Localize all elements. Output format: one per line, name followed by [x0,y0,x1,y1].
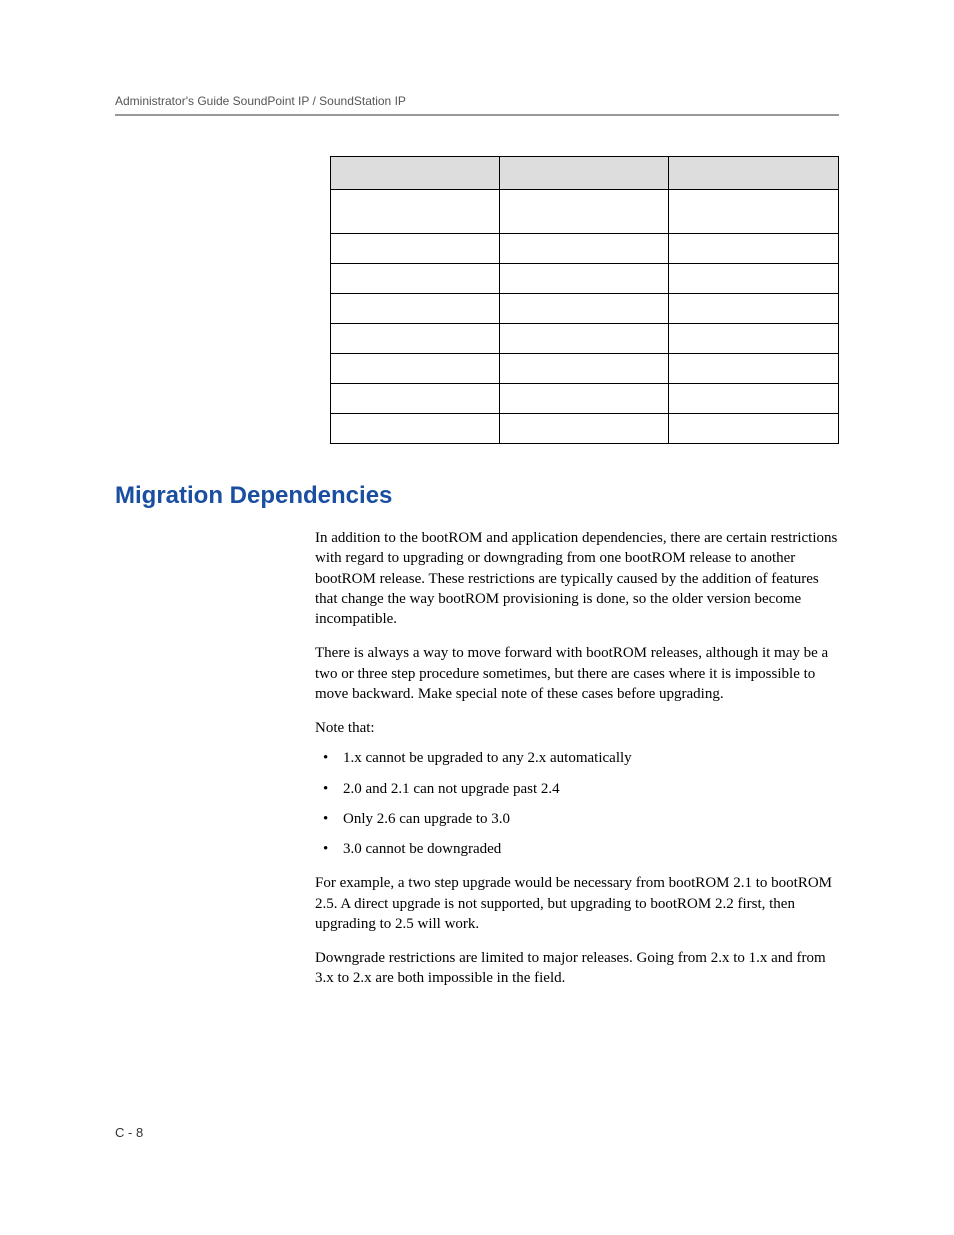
table-cell [331,190,500,234]
table-cell [331,414,500,444]
table-cell [669,264,839,294]
table-cell [500,324,669,354]
body-content: In addition to the bootROM and applicati… [315,528,839,989]
list-item: 2.0 and 2.1 can not upgrade past 2.4 [315,779,839,799]
table-cell [669,294,839,324]
table-row [331,294,839,324]
table-cell [331,294,500,324]
table-row [331,190,839,234]
list-item: 1.x cannot be upgraded to any 2.x automa… [315,748,839,768]
list-item: 3.0 cannot be downgraded [315,839,839,859]
table-cell [500,294,669,324]
paragraph: For example, a two step upgrade would be… [315,873,839,934]
table-row [331,384,839,414]
table-cell [500,354,669,384]
table-cell [500,234,669,264]
table-header-cell [669,157,839,190]
table-cell [669,414,839,444]
note-that-label: Note that: [315,718,839,738]
section-heading-migration-dependencies: Migration Dependencies [115,482,839,510]
bullet-list: 1.x cannot be upgraded to any 2.x automa… [315,748,839,859]
table-row [331,324,839,354]
table-cell [500,414,669,444]
paragraph: There is always a way to move forward wi… [315,643,839,704]
page-number: C - 8 [115,1125,143,1140]
paragraph: In addition to the bootROM and applicati… [315,528,839,629]
table-row [331,414,839,444]
table-row [331,234,839,264]
table-cell [669,384,839,414]
header-rule [115,114,839,116]
table-cell [500,190,669,234]
table-cell [331,324,500,354]
table-cell [669,324,839,354]
table-cell [669,234,839,264]
table-cell [331,384,500,414]
table-cell [331,354,500,384]
table-cell [331,264,500,294]
table-row [331,354,839,384]
table-cell [331,234,500,264]
table-header-cell [331,157,500,190]
table-header-row [331,157,839,190]
table-header-cell [500,157,669,190]
paragraph: Downgrade restrictions are limited to ma… [315,948,839,989]
table-cell [669,190,839,234]
compatibility-table [330,156,839,444]
page-header: Administrator's Guide SoundPoint IP / So… [115,94,839,108]
table-row [331,264,839,294]
table-cell [669,354,839,384]
table-cell [500,264,669,294]
table-cell [500,384,669,414]
list-item: Only 2.6 can upgrade to 3.0 [315,809,839,829]
